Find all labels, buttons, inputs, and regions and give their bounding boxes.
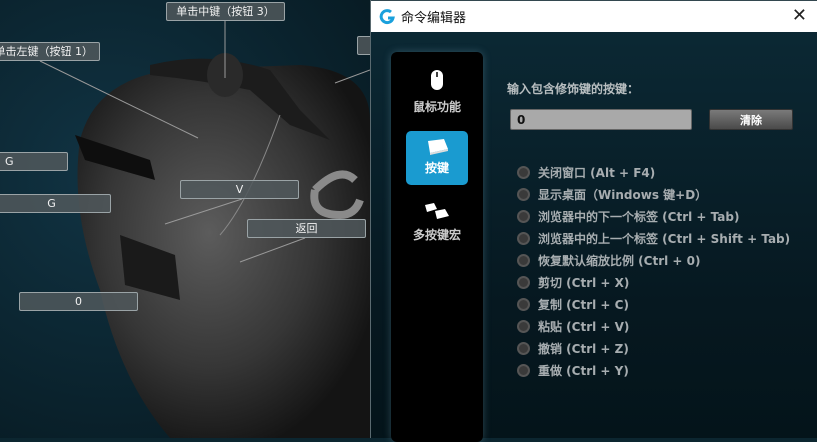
option-label: 浏览器中的上一个标签 (Ctrl + Shift + Tab) <box>538 231 791 246</box>
preset-option[interactable]: 浏览器中的上一个标签 (Ctrl + Shift + Tab) <box>517 227 790 249</box>
keystroke-prompt: 输入包含修饰键的按键： <box>507 82 640 96</box>
preset-option[interactable]: 显示桌面（Windows 键+D） <box>517 183 790 205</box>
label-left-click[interactable]: 单击左键（按钮 1） <box>0 42 100 61</box>
preset-option[interactable]: 浏览器中的下一个标签 (Ctrl + Tab) <box>517 205 790 227</box>
label-g-button-1[interactable]: G <box>0 152 68 171</box>
close-button[interactable]: ✕ <box>792 5 807 26</box>
radio-button[interactable] <box>517 297 530 311</box>
logitech-g-logo-icon <box>379 8 395 24</box>
preset-option[interactable]: 复制 (Ctrl + C) <box>517 293 790 315</box>
label-v-button[interactable]: V <box>180 180 299 199</box>
command-type-sidebar: 鼠标功能 按键 多按键宏 <box>391 52 483 442</box>
radio-button[interactable] <box>517 209 530 223</box>
preset-option[interactable]: 撤销 (Ctrl + Z) <box>517 337 790 359</box>
option-label: 恢复默认缩放比例 (Ctrl + 0) <box>538 253 701 268</box>
radio-button[interactable] <box>517 363 530 377</box>
label-middle-click[interactable]: 单击中键（按钮 3） <box>166 2 285 21</box>
mouse-view: 单击中键（按钮 3） 单击左键（按钮 1） G G V 返回 0 <box>0 0 370 438</box>
radio-button[interactable] <box>517 231 530 245</box>
label-right-click-partial[interactable] <box>357 36 370 55</box>
option-label: 关闭窗口 (Alt + F4) <box>538 165 656 180</box>
title-bar: 命令编辑器 ✕ <box>371 0 817 32</box>
radio-button[interactable] <box>517 341 530 355</box>
tab-label: 鼠标功能 <box>412 100 461 114</box>
radio-button[interactable] <box>517 187 530 201</box>
tab-multi-key-macro[interactable]: 多按键宏 <box>406 200 468 254</box>
command-editor-dialog: 命令编辑器 ✕ 鼠标功能 按键 多按键宏 输入包含修饰键的按键： 0 清除 关闭… <box>370 0 817 442</box>
keystroke-input[interactable]: 0 <box>510 109 692 130</box>
option-label: 粘贴 (Ctrl + V) <box>538 319 630 334</box>
tab-mouse-function[interactable]: 鼠标功能 <box>406 68 468 122</box>
tab-keystroke[interactable]: 按键 <box>406 131 468 185</box>
label-zero-button[interactable]: 0 <box>19 292 138 311</box>
radio-button[interactable] <box>517 275 530 289</box>
dialog-title: 命令编辑器 <box>401 11 467 26</box>
label-g-button-2[interactable]: G <box>0 194 111 213</box>
option-label: 显示桌面（Windows 键+D） <box>538 187 708 202</box>
tab-label: 按键 <box>424 161 449 175</box>
option-label: 重做 (Ctrl + Y) <box>538 363 629 378</box>
key-icon <box>428 139 448 155</box>
tab-label: 多按键宏 <box>412 228 461 242</box>
preset-options: 关闭窗口 (Alt + F4) 显示桌面（Windows 键+D） 浏览器中的下一个… <box>517 161 790 381</box>
option-label: 浏览器中的下一个标签 (Ctrl + Tab) <box>538 209 740 224</box>
option-label: 撤销 (Ctrl + Z) <box>538 341 629 356</box>
preset-option[interactable]: 剪切 (Ctrl + X) <box>517 271 790 293</box>
radio-button[interactable] <box>517 253 530 267</box>
keystroke-panel: 输入包含修饰键的按键： 0 清除 关闭窗口 (Alt + F4) 显示桌面（Win… <box>507 80 817 378</box>
clear-button[interactable]: 清除 <box>709 109 793 130</box>
preset-option[interactable]: 粘贴 (Ctrl + V) <box>517 315 790 337</box>
option-label: 复制 (Ctrl + C) <box>538 297 629 312</box>
multi-key-icon <box>425 203 449 219</box>
preset-option[interactable]: 关闭窗口 (Alt + F4) <box>517 161 790 183</box>
mouse-icon <box>431 70 443 90</box>
preset-option[interactable]: 恢复默认缩放比例 (Ctrl + 0) <box>517 249 790 271</box>
label-back-button[interactable]: 返回 <box>247 219 366 238</box>
radio-button[interactable] <box>517 319 530 333</box>
option-label: 剪切 (Ctrl + X) <box>538 275 630 290</box>
preset-option[interactable]: 重做 (Ctrl + Y) <box>517 359 790 381</box>
radio-button[interactable] <box>517 165 530 179</box>
